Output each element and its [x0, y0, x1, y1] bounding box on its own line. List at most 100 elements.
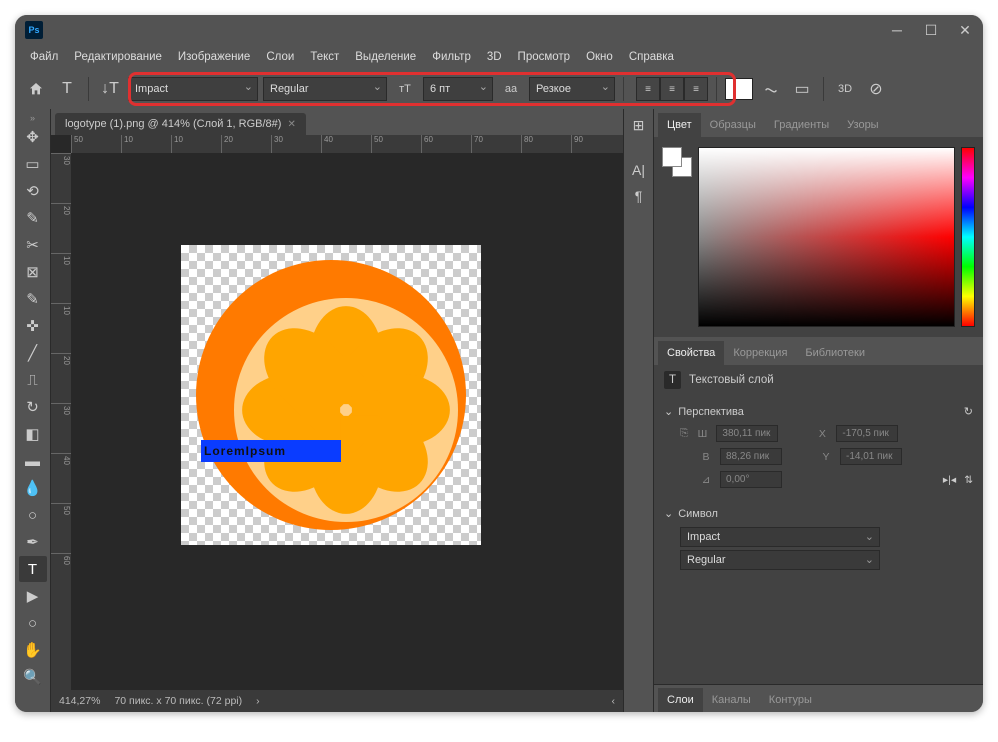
transform-section-toggle[interactable]: ⌄ Перспектива ↻	[664, 401, 973, 422]
menu-view[interactable]: Просмотр	[511, 49, 578, 65]
cancel-icon[interactable]: ⊘	[863, 76, 889, 102]
font-family-dropdown[interactable]: Impact	[128, 77, 258, 101]
options-bar: T ↓T Impact Regular тT 6 пт aа Резкое ≡ …	[15, 69, 983, 109]
text-color-swatch[interactable]	[725, 78, 753, 100]
font-size-dropdown[interactable]: 6 пт	[423, 77, 493, 101]
collapse-toolbar-icon[interactable]: »	[30, 113, 35, 123]
char-font-dropdown[interactable]: Impact	[680, 527, 880, 547]
menu-window[interactable]: Окно	[579, 49, 620, 65]
char-style-dropdown[interactable]: Regular	[680, 550, 880, 570]
align-left-button[interactable]: ≡	[636, 77, 660, 101]
font-size-icon: тT	[392, 76, 418, 102]
tab-adjustments[interactable]: Коррекция	[724, 341, 796, 365]
move-tool[interactable]: ✥	[19, 124, 47, 150]
tab-color[interactable]: Цвет	[658, 113, 701, 137]
type-layer-icon: T	[664, 371, 681, 389]
reset-icon[interactable]: ↻	[964, 405, 973, 418]
menu-help[interactable]: Справка	[622, 49, 681, 65]
canvas[interactable]: LoremIpsum	[181, 245, 481, 545]
status-chevron-left-icon[interactable]: ‹	[612, 695, 616, 707]
layers-panel-tabs: Слои Каналы Контуры	[654, 684, 983, 712]
align-center-button[interactable]: ≡	[660, 77, 684, 101]
quick-select-tool[interactable]: ✎	[19, 205, 47, 231]
healing-tool[interactable]: ✜	[19, 313, 47, 339]
3d-icon[interactable]: 3D	[832, 76, 858, 102]
frame-tool[interactable]: ⊠	[19, 259, 47, 285]
foreground-color[interactable]	[662, 147, 682, 167]
window-controls: ─ ☐ ✕	[889, 22, 973, 39]
flip-h-icon[interactable]: ▸|◂	[943, 474, 956, 486]
paragraph-panel-icon[interactable]: ¶	[635, 188, 643, 204]
canvas-viewport[interactable]: 5010102030405060708090 30201010203040506…	[51, 135, 623, 690]
tab-patterns[interactable]: Узоры	[838, 113, 887, 137]
antialias-icon: aа	[498, 76, 524, 102]
menu-image[interactable]: Изображение	[171, 49, 257, 65]
menu-layers[interactable]: Слои	[259, 49, 301, 65]
maximize-button[interactable]: ☐	[923, 22, 939, 39]
layer-type-header: T Текстовый слой	[654, 365, 983, 395]
menu-file[interactable]: Файл	[23, 49, 65, 65]
crop-tool[interactable]: ✂	[19, 232, 47, 258]
menu-filter[interactable]: Фильтр	[425, 49, 478, 65]
link-icon[interactable]: ⎘	[680, 427, 688, 440]
collapsed-panels-strip: ⊞ A| ¶	[623, 109, 653, 712]
zoom-level[interactable]: 414,27%	[59, 695, 100, 707]
minimize-button[interactable]: ─	[889, 22, 905, 39]
hand-tool[interactable]: ✋	[19, 637, 47, 663]
flip-v-icon[interactable]: ⇅	[964, 474, 973, 486]
text-layer-selection[interactable]: LoremIpsum	[201, 440, 341, 462]
warp-text-icon[interactable]	[758, 76, 784, 102]
marquee-tool[interactable]: ▭	[19, 151, 47, 177]
dodge-tool[interactable]: ○	[19, 502, 47, 528]
eyedropper-tool[interactable]: ✎	[19, 286, 47, 312]
fg-bg-swatch[interactable]	[662, 147, 692, 177]
lasso-tool[interactable]: ⟲	[19, 178, 47, 204]
path-select-tool[interactable]: ▶	[19, 583, 47, 609]
tab-channels[interactable]: Каналы	[703, 688, 760, 712]
menu-text[interactable]: Текст	[303, 49, 346, 65]
y-input[interactable]	[840, 448, 902, 465]
antialias-dropdown[interactable]: Резкое	[529, 77, 615, 101]
x-input[interactable]	[836, 425, 898, 442]
character-panel-icon[interactable]: ▭	[789, 76, 815, 102]
tab-swatches[interactable]: Образцы	[701, 113, 765, 137]
height-input[interactable]	[720, 448, 782, 465]
history-brush-tool[interactable]: ↻	[19, 394, 47, 420]
home-icon[interactable]	[23, 76, 49, 102]
menu-3d[interactable]: 3D	[480, 49, 509, 65]
zoom-tool[interactable]: 🔍	[19, 664, 47, 690]
pen-tool[interactable]: ✒	[19, 529, 47, 555]
blur-tool[interactable]: 💧	[19, 475, 47, 501]
tab-gradients[interactable]: Градиенты	[765, 113, 838, 137]
stamp-tool[interactable]: ⎍	[19, 367, 47, 393]
tab-paths[interactable]: Контуры	[760, 688, 821, 712]
text-orientation-icon[interactable]: ↓T	[97, 76, 123, 102]
character-section-label: Символ	[678, 508, 718, 520]
color-panel-tabs: Цвет Образцы Градиенты Узоры	[654, 109, 983, 137]
tab-libraries[interactable]: Библиотеки	[796, 341, 874, 365]
gradient-tool[interactable]: ▬	[19, 448, 47, 474]
menu-select[interactable]: Выделение	[348, 49, 423, 65]
panel-icon-1[interactable]: ⊞	[633, 117, 645, 134]
color-picker-area[interactable]	[698, 147, 955, 327]
eraser-tool[interactable]: ◧	[19, 421, 47, 447]
character-section-toggle[interactable]: ⌄ Символ	[664, 503, 973, 524]
char-panel-icon[interactable]: A|	[632, 162, 645, 178]
tab-properties[interactable]: Свойства	[658, 341, 724, 365]
type-tool[interactable]: T	[19, 556, 47, 582]
close-button[interactable]: ✕	[957, 22, 973, 39]
align-right-button[interactable]: ≡	[684, 77, 708, 101]
angle-icon: ⊿	[700, 474, 712, 486]
width-input[interactable]	[716, 425, 778, 442]
tab-layers[interactable]: Слои	[658, 688, 703, 712]
hue-slider[interactable]	[961, 147, 975, 327]
status-chevron-icon[interactable]: ›	[256, 695, 260, 707]
close-tab-icon[interactable]: ✕	[287, 119, 295, 130]
font-style-dropdown[interactable]: Regular	[263, 77, 387, 101]
app-logo: Ps	[25, 21, 43, 39]
menu-edit[interactable]: Редактирование	[67, 49, 169, 65]
brush-tool[interactable]: ╱	[19, 340, 47, 366]
angle-input[interactable]	[720, 471, 782, 488]
shape-tool[interactable]: ○	[19, 610, 47, 636]
document-tab[interactable]: logotype (1).png @ 414% (Слой 1, RGB/8#)…	[55, 113, 306, 135]
